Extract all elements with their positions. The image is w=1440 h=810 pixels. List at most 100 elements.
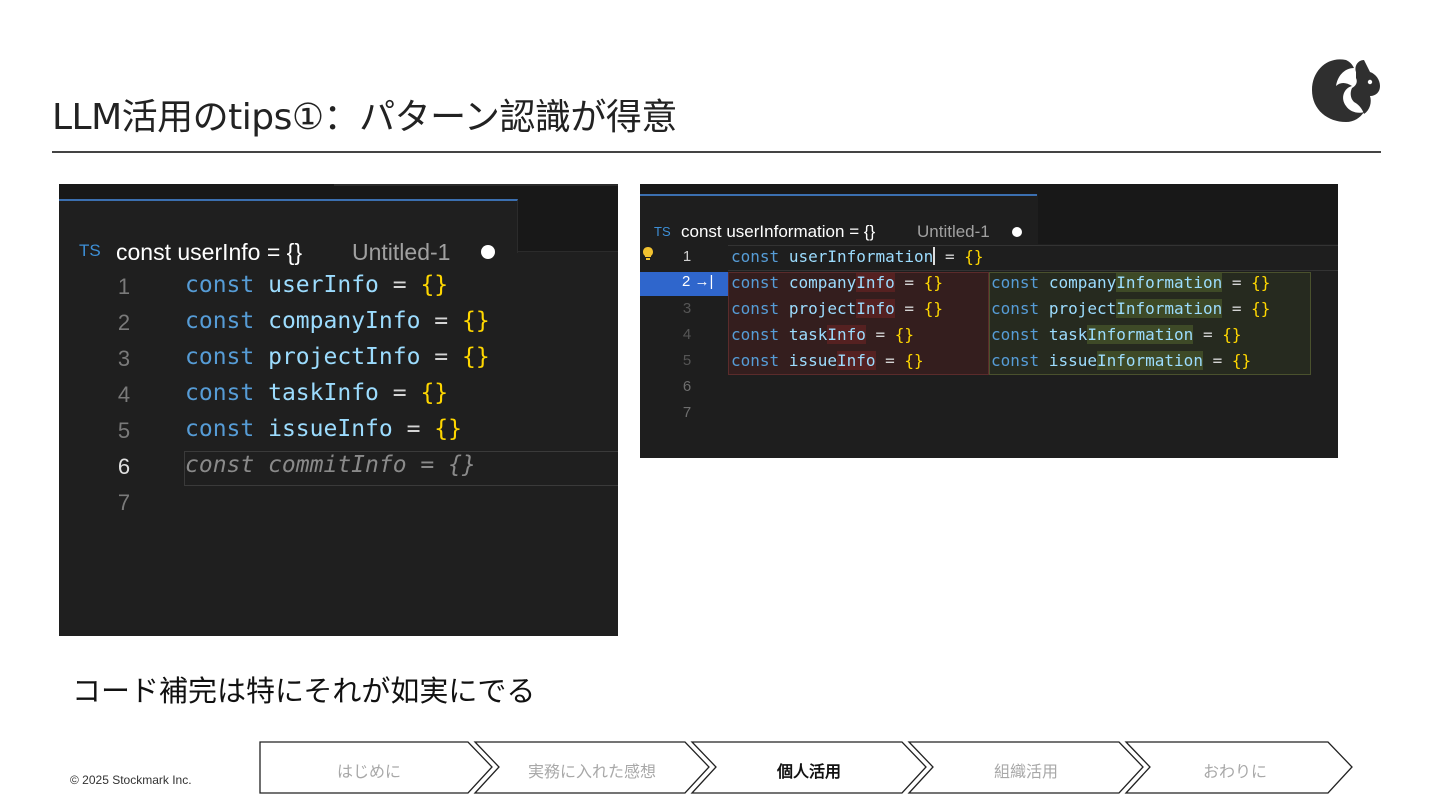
editor-top-bar bbox=[59, 184, 618, 199]
identifier: company bbox=[788, 273, 857, 292]
keyword: const bbox=[731, 299, 780, 318]
braces: {} bbox=[1251, 273, 1271, 292]
keyword: const bbox=[185, 308, 255, 334]
keyword: const bbox=[991, 325, 1040, 344]
tab-filename: Untitled-1 bbox=[917, 222, 990, 241]
keyword: const bbox=[991, 273, 1040, 292]
identifier: issueInfo bbox=[268, 416, 393, 442]
keyword: const bbox=[731, 273, 780, 292]
identifier: userInformation bbox=[788, 247, 934, 266]
keyword: const bbox=[185, 380, 255, 406]
braces: {} bbox=[964, 247, 984, 266]
editor-tab[interactable]: TS const userInfo = {} Untitled-1 bbox=[59, 199, 518, 265]
inserted-line: const issueInformation = {} bbox=[991, 351, 1251, 370]
operator: = bbox=[865, 325, 895, 344]
tab-accept-badge[interactable]: 2 →| bbox=[640, 272, 728, 296]
keyword: const bbox=[185, 272, 255, 298]
nav-item-personal-use[interactable]: 個人活用 bbox=[709, 758, 909, 782]
keyword: const bbox=[731, 351, 780, 370]
lightbulb-icon[interactable] bbox=[643, 247, 653, 260]
operator: = bbox=[392, 416, 435, 442]
identifier-removed-part: Info bbox=[856, 273, 895, 292]
removed-line: const issueInfo = {} bbox=[731, 351, 924, 370]
identifier: project bbox=[1048, 299, 1117, 318]
operator: = bbox=[875, 351, 905, 370]
operator: = bbox=[378, 272, 421, 298]
keyword: const bbox=[991, 299, 1040, 318]
identifier-removed-part: Info bbox=[827, 325, 866, 344]
operator: = bbox=[420, 308, 462, 334]
line-number: 1 bbox=[682, 248, 692, 265]
identifier-removed-part: Info bbox=[836, 351, 876, 370]
identifier: task bbox=[1048, 325, 1088, 344]
operator: = bbox=[894, 273, 924, 292]
typescript-icon: TS bbox=[79, 241, 101, 260]
nav-item-org-use[interactable]: 組織活用 bbox=[926, 758, 1126, 782]
operator: = bbox=[894, 299, 924, 318]
code-editor-left: TS const userInfo = {} Untitled-1 1 cons… bbox=[59, 184, 618, 636]
operator: = bbox=[1222, 299, 1252, 318]
editor-top-bar bbox=[640, 184, 1338, 194]
identifier: company bbox=[1048, 273, 1117, 292]
tab-title: const userInformation = {} bbox=[681, 222, 876, 241]
tab-bar-border bbox=[518, 251, 618, 252]
keyword: const bbox=[991, 351, 1040, 370]
code-line[interactable]: const companyInfo = {} bbox=[185, 308, 490, 334]
identifier: projectInfo bbox=[268, 344, 421, 370]
ghost-suggestion[interactable]: const commitInfo = {} bbox=[185, 452, 476, 478]
editor-tab[interactable]: TS const userInformation = {} Untitled-1 bbox=[640, 194, 1037, 244]
nav-item-impressions[interactable]: 実務に入れた感想 bbox=[492, 758, 692, 782]
code-line[interactable]: const projectInfo = {} bbox=[185, 344, 490, 370]
identifier: task bbox=[788, 325, 828, 344]
braces: {} bbox=[461, 308, 490, 334]
removed-line: const taskInfo = {} bbox=[731, 325, 914, 344]
operator: = bbox=[935, 247, 965, 266]
line-number: 2 bbox=[117, 310, 131, 335]
keyword: const bbox=[185, 344, 255, 370]
code-line[interactable]: const userInfo = {} bbox=[185, 272, 448, 298]
line-number: 7 bbox=[117, 490, 131, 515]
keyword: const bbox=[731, 247, 780, 266]
code-line[interactable]: const issueInfo = {} bbox=[185, 416, 462, 442]
line-number: 1 bbox=[117, 274, 131, 299]
nav-item-intro[interactable]: はじめに bbox=[269, 758, 469, 782]
braces: {} bbox=[1231, 351, 1252, 370]
identifier: companyInfo bbox=[268, 308, 421, 334]
line-number: 6 bbox=[682, 378, 692, 395]
braces: {} bbox=[923, 273, 943, 292]
braces: {} bbox=[1222, 325, 1242, 344]
line-number: 4 bbox=[117, 382, 131, 407]
typescript-icon: TS bbox=[654, 224, 671, 239]
braces: {} bbox=[434, 416, 462, 442]
unsaved-dot-icon[interactable] bbox=[481, 245, 495, 259]
operator: = bbox=[420, 344, 462, 370]
braces: {} bbox=[461, 344, 490, 370]
braces: {} bbox=[1251, 299, 1271, 318]
keyword: const bbox=[731, 325, 780, 344]
tab-bar-empty bbox=[1038, 194, 1338, 244]
inserted-line: const companyInformation = {} bbox=[991, 273, 1270, 292]
identifier: issue bbox=[788, 351, 837, 370]
inserted-line: const taskInformation = {} bbox=[991, 325, 1241, 344]
unsaved-dot-icon[interactable] bbox=[1012, 227, 1022, 237]
identifier: project bbox=[788, 299, 857, 318]
nav-item-closing[interactable]: おわりに bbox=[1135, 758, 1335, 782]
code-editor-right: TS const userInformation = {} Untitled-1… bbox=[640, 184, 1338, 458]
braces: {} bbox=[904, 351, 924, 370]
operator: = bbox=[1202, 351, 1232, 370]
slide-title: LLM活用のtips①：パターン認識が得意 bbox=[52, 97, 677, 138]
accept-label: 2 →| bbox=[682, 273, 714, 290]
identifier-inserted-part: Information bbox=[1116, 299, 1223, 318]
identifier: issue bbox=[1048, 351, 1097, 370]
code-line[interactable]: const taskInfo = {} bbox=[185, 380, 448, 406]
braces: {} bbox=[894, 325, 915, 344]
identifier: taskInfo bbox=[268, 380, 379, 406]
braces: {} bbox=[420, 272, 449, 298]
identifier-inserted-part: Information bbox=[1116, 273, 1223, 292]
removed-line: const companyInfo = {} bbox=[731, 273, 943, 292]
code-line[interactable]: const userInformation = {} bbox=[731, 247, 983, 266]
section-progress-nav: はじめに 実務に入れた感想 個人活用 組織活用 おわりに bbox=[259, 741, 1354, 795]
identifier-removed-part: Info bbox=[856, 299, 895, 318]
squirrel-logo-icon bbox=[1312, 59, 1380, 122]
line-number: 5 bbox=[682, 352, 692, 369]
